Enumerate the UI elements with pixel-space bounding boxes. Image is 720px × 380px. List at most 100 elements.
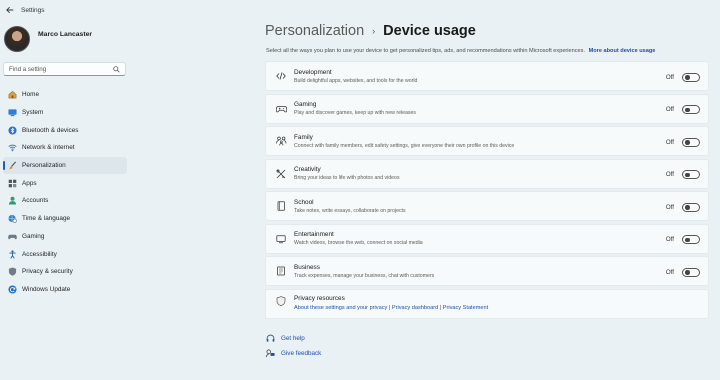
gaming-toggle[interactable] <box>682 105 700 115</box>
toggle-state-label: Off <box>665 268 674 276</box>
sidebar-item-personalization[interactable]: Personalization <box>3 156 127 175</box>
family-icon <box>275 135 287 147</box>
card-title: Family <box>294 133 313 141</box>
search-icon <box>113 65 120 73</box>
sidebar-item-gaming[interactable]: Gaming <box>3 228 127 246</box>
toggle-state-label: Off <box>665 138 674 146</box>
card-description: Track expenses, manage your business, ch… <box>294 272 435 279</box>
card-title: Business <box>294 263 320 271</box>
help-icon <box>265 334 275 344</box>
give-feedback-label: Give feedback <box>281 350 322 357</box>
card-description: Take notes, write essays, collaborate on… <box>294 207 406 214</box>
brush-icon <box>7 161 17 171</box>
sidebar-item-label: Apps <box>22 179 37 187</box>
entertainment-toggle[interactable] <box>682 235 700 245</box>
feedback-icon <box>265 349 275 359</box>
privacy-statement-link[interactable]: Privacy Statement <box>443 305 488 311</box>
school-toggle[interactable] <box>682 202 700 212</box>
title-bar: Settings <box>0 0 720 20</box>
sidebar-item-home[interactable]: Home <box>3 86 127 104</box>
get-help-label: Get help <box>281 335 305 342</box>
page-title: Device usage <box>383 23 476 39</box>
accessibility-icon <box>7 249 17 259</box>
search-placeholder: Find a setting <box>9 65 47 73</box>
sidebar-item-accounts[interactable]: Accounts <box>3 192 127 210</box>
sidebar-item-windows-update[interactable]: Windows Update <box>3 281 127 299</box>
creativity-icon <box>275 168 287 180</box>
privacy-links: About these settings and your privacy | … <box>294 305 488 311</box>
privacy-dashboard-link[interactable]: Privacy dashboard <box>392 305 438 311</box>
card-title: Entertainment <box>294 231 334 239</box>
sidebar-item-label: Home <box>22 91 40 99</box>
card-title: Development <box>294 68 332 76</box>
chevron-right-icon: › <box>372 26 376 36</box>
shield-icon <box>275 295 287 307</box>
creativity-toggle[interactable] <box>682 170 700 180</box>
get-help-link[interactable]: Get help <box>265 331 321 346</box>
sidebar: Marco Lancaster Find a setting Home Syst… <box>0 20 130 380</box>
sidebar-item-system[interactable]: System <box>3 104 127 122</box>
profile-name: Marco Lancaster <box>38 30 93 38</box>
sidebar-item-label: Accounts <box>22 197 49 205</box>
briefcase-icon <box>275 265 287 277</box>
user-profile[interactable]: Marco Lancaster <box>0 20 130 54</box>
usage-card-gaming: Gaming Play and discover games, keep up … <box>265 93 709 124</box>
toggle-state-label: Off <box>665 73 674 81</box>
give-feedback-link[interactable]: Give feedback <box>265 346 321 361</box>
gamepad-icon <box>275 103 287 115</box>
card-title: School <box>294 198 314 206</box>
help-section: Get help Give feedback <box>265 331 321 361</box>
more-about-device-usage-link[interactable]: More about device usage <box>589 48 656 54</box>
back-arrow-icon <box>6 6 14 14</box>
sidebar-item-label: Bluetooth & devices <box>22 126 79 134</box>
card-description: Connect with family members, edit safety… <box>294 142 515 149</box>
business-toggle[interactable] <box>682 267 700 277</box>
globe-clock-icon <box>7 214 17 224</box>
shield-icon <box>7 267 17 277</box>
sidebar-nav: Home System Bluetooth & devices Network … <box>3 86 127 298</box>
privacy-about-link[interactable]: About these settings and your privacy <box>294 305 387 311</box>
sidebar-item-accessibility[interactable]: Accessibility <box>3 245 127 263</box>
sidebar-item-label: Privacy & security <box>22 268 73 276</box>
gamepad-icon <box>7 231 17 241</box>
card-description: Bring your ideas to life with photos and… <box>294 175 400 182</box>
device-usage-list: Development Build delightful apps, websi… <box>265 61 709 321</box>
sidebar-item-time-language[interactable]: Time & language <box>3 210 127 228</box>
notebook-icon <box>275 200 287 212</box>
breadcrumb-parent[interactable]: Personalization <box>265 23 364 39</box>
usage-card-school: School Take notes, write essays, collabo… <box>265 191 709 222</box>
usage-card-development: Development Build delightful apps, websi… <box>265 61 709 91</box>
card-description: Watch videos, browse the web, connect on… <box>294 240 423 247</box>
usage-card-business: Business Track expenses, manage your bus… <box>265 256 709 287</box>
sidebar-item-apps[interactable]: Apps <box>3 174 127 192</box>
toggle-state-label: Off <box>665 203 674 211</box>
sidebar-item-privacy-security[interactable]: Privacy & security <box>3 263 127 281</box>
sidebar-item-bluetooth[interactable]: Bluetooth & devices <box>3 121 127 139</box>
network-icon <box>7 143 17 153</box>
sidebar-item-label: Network & internet <box>22 144 75 152</box>
development-toggle[interactable] <box>682 72 700 82</box>
code-icon <box>275 70 287 82</box>
usage-card-family: Family Connect with family members, edit… <box>265 126 709 157</box>
update-icon <box>7 284 17 294</box>
bluetooth-icon <box>7 125 17 135</box>
sidebar-item-label: Personalization <box>22 162 66 170</box>
usage-card-creativity: Creativity Bring your ideas to life with… <box>265 158 709 189</box>
tv-icon <box>275 233 287 245</box>
sidebar-item-label: Windows Update <box>22 285 71 293</box>
family-toggle[interactable] <box>682 137 700 147</box>
breadcrumb: Personalization › Device usage <box>265 23 476 39</box>
card-title: Privacy resources <box>294 294 345 302</box>
monitor-icon <box>7 108 17 118</box>
intro-description: Select all the ways you plan to use your… <box>266 48 586 54</box>
home-icon <box>7 90 17 100</box>
apps-icon <box>7 178 17 188</box>
back-button[interactable] <box>3 3 17 17</box>
intro-text: Select all the ways you plan to use your… <box>266 48 655 54</box>
privacy-resources-card: Privacy resources About these settings a… <box>265 288 709 319</box>
card-description: Play and discover games, keep up with ne… <box>294 110 416 117</box>
person-icon <box>7 196 17 206</box>
sidebar-item-network[interactable]: Network & internet <box>3 139 127 157</box>
toggle-state-label: Off <box>665 171 674 179</box>
search-input[interactable]: Find a setting <box>3 62 126 76</box>
